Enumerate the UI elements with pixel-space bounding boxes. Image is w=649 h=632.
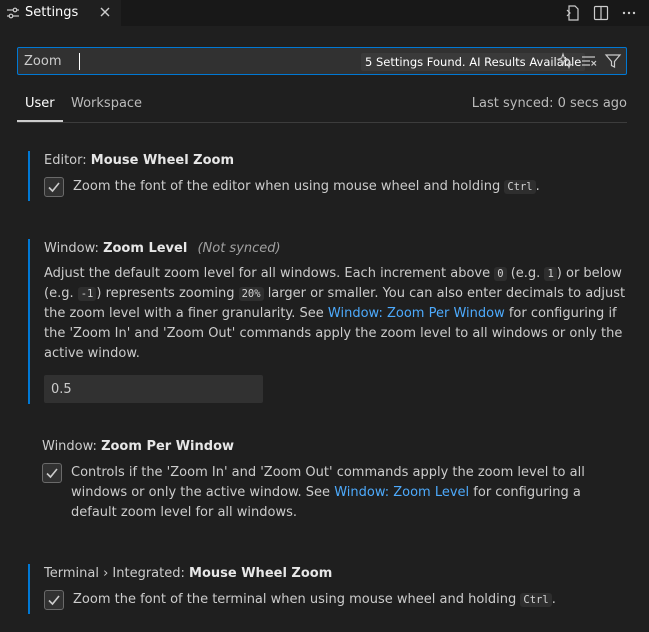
active-tab-indicator: [17, 120, 63, 122]
setting-window-zoom-per-window: Window: Zoom Per Window Controls if the …: [28, 437, 628, 527]
open-settings-json-icon[interactable]: [563, 4, 583, 22]
setting-window-zoom-level: Window: Zoom Level (Not synced) Adjust t…: [28, 239, 628, 404]
description-text: the 'Zoom In' and 'Zoom Out' commands ap…: [44, 326, 623, 341]
description-text: Controls if the 'Zoom In' and 'Zoom Out'…: [71, 465, 585, 480]
description-text: default zoom level for all windows.: [71, 505, 298, 520]
check-icon: [48, 182, 60, 193]
last-synced-label: Last synced: 0 secs ago: [471, 96, 627, 111]
ai-sparkle-icon[interactable]: [555, 51, 575, 71]
description-text: (e.g.: [506, 266, 545, 281]
setting-name: Zoom Level: [103, 241, 188, 256]
description-text: Zoom the font of the terminal when using…: [73, 592, 521, 607]
filter-icon[interactable]: [603, 51, 623, 71]
link-zoom-per-window[interactable]: Window: Zoom Per Window: [328, 306, 505, 321]
description-text: (e.g.: [44, 286, 78, 301]
link-zoom-level[interactable]: Window: Zoom Level: [334, 485, 469, 500]
settings-tab[interactable]: Settings: [0, 0, 121, 26]
description-text: .: [535, 179, 540, 194]
editor-tab-bar: Settings: [0, 0, 649, 26]
editor-actions: [563, 4, 639, 22]
setting-checkbox[interactable]: [42, 463, 62, 483]
setting-title: Window: Zoom Per Window: [42, 439, 234, 454]
split-editor-icon[interactable]: [591, 4, 611, 22]
description-text: for configuring if: [504, 306, 617, 321]
setting-category: Window:: [42, 439, 97, 454]
search-actions: [555, 51, 623, 71]
setting-description: Zoom the font of the editor when using m…: [73, 177, 540, 197]
key-code: Ctrl: [504, 180, 536, 194]
setting-category: Terminal › Integrated:: [44, 566, 185, 581]
check-icon: [46, 468, 58, 479]
description-text: the zoom level with a finer granularity.…: [44, 306, 328, 321]
text-caret: [79, 53, 80, 70]
setting-title: Window: Zoom Level (Not synced): [44, 241, 281, 256]
setting-name: Zoom Per Window: [101, 439, 235, 454]
setting-editor-mouse-wheel-zoom: Editor: Mouse Wheel Zoom Zoom the font o…: [28, 151, 628, 201]
settings-sliders-icon: [6, 6, 20, 20]
description-text: .: [551, 592, 556, 607]
setting-description: Controls if the 'Zoom In' and 'Zoom Out'…: [71, 463, 611, 523]
close-icon[interactable]: [98, 5, 112, 19]
settings-scope-tabs: User Workspace Last synced: 0 secs ago: [17, 92, 627, 123]
description-text: ) represents zooming: [96, 286, 239, 301]
description-text: larger or smaller. You can also enter de…: [263, 286, 626, 301]
results-count-badge: 5 Settings Found. AI Results Available: [361, 53, 586, 71]
zoom-level-input[interactable]: [44, 375, 263, 403]
clear-filter-icon[interactable]: [579, 51, 599, 71]
settings-search-box: 5 Settings Found. AI Results Available: [17, 47, 627, 75]
key-code: Ctrl: [520, 593, 552, 607]
setting-category: Window:: [44, 241, 99, 256]
setting-category: Editor:: [44, 153, 87, 168]
settings-search-input[interactable]: [24, 51, 344, 71]
inline-code: 0: [494, 267, 507, 281]
description-text: for configuring a: [469, 485, 581, 500]
inline-code: -1: [77, 287, 97, 301]
tab-workspace[interactable]: Workspace: [71, 96, 142, 111]
setting-checkbox[interactable]: [44, 590, 64, 610]
inline-code: 1: [544, 267, 557, 281]
setting-title: Terminal › Integrated: Mouse Wheel Zoom: [44, 566, 332, 581]
description-text: Zoom the font of the editor when using m…: [73, 179, 505, 194]
inline-code: 20%: [238, 287, 264, 301]
more-actions-icon[interactable]: [619, 4, 639, 22]
description-text: windows or only the active window. See: [71, 485, 335, 500]
setting-title: Editor: Mouse Wheel Zoom: [44, 153, 234, 168]
description-text: active window.: [44, 346, 140, 361]
setting-checkbox[interactable]: [44, 177, 64, 197]
setting-description: Zoom the font of the terminal when using…: [73, 590, 556, 610]
check-icon: [48, 595, 60, 606]
tab-title: Settings: [25, 5, 79, 20]
setting-terminal-mouse-wheel-zoom: Terminal › Integrated: Mouse Wheel Zoom …: [28, 564, 628, 614]
description-text: Adjust the default zoom level for all wi…: [44, 266, 495, 281]
setting-name: Mouse Wheel Zoom: [90, 153, 235, 168]
tab-user[interactable]: User: [25, 96, 55, 111]
not-synced-label: (Not synced): [197, 241, 281, 256]
setting-name: Mouse Wheel Zoom: [189, 566, 333, 581]
description-text: ) or below: [556, 266, 622, 281]
setting-description: Adjust the default zoom level for all wi…: [44, 264, 630, 364]
